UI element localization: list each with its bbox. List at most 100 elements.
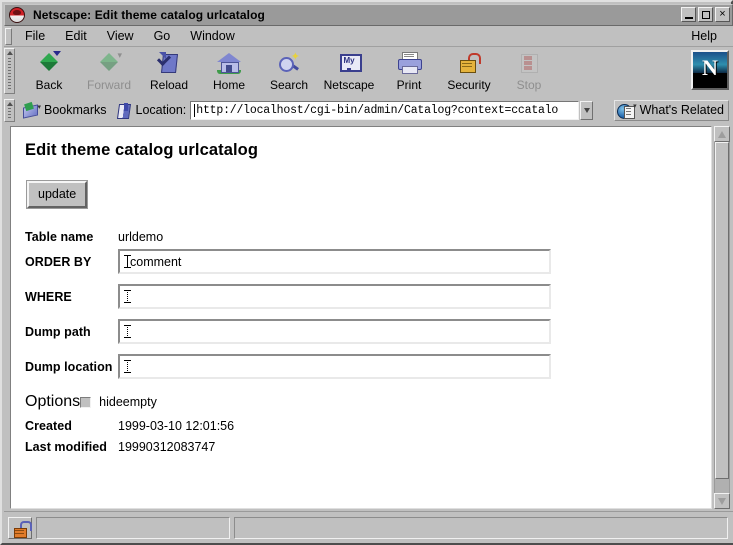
dump-location-input[interactable] <box>118 354 551 379</box>
navbar-grip-handle[interactable] <box>4 48 15 94</box>
menu-item-edit[interactable]: Edit <box>55 27 97 45</box>
status-message <box>36 516 230 539</box>
whats-related-label: What's Related <box>639 103 724 117</box>
close-icon: × <box>719 8 726 20</box>
netscape-logo-letter: N <box>702 55 718 80</box>
dump-location-label: Dump location <box>25 359 113 374</box>
order-by-value: comment <box>130 254 182 269</box>
netscape-logo[interactable]: N <box>691 50 729 90</box>
where-row: WHERE <box>25 284 711 309</box>
hideempty-checkbox[interactable] <box>80 396 92 408</box>
home-button[interactable]: Home <box>199 49 259 94</box>
dump-path-row: Dump path <box>25 319 711 344</box>
bookmarks-icon: ▾ <box>21 101 41 119</box>
text-cursor-icon <box>124 255 131 268</box>
status-bar <box>4 511 733 543</box>
navigation-toolbar: Back ▾ Forward Reload Home ✦ Search My N… <box>4 47 733 97</box>
order-by-row: ORDER BY comment <box>25 249 711 274</box>
security-status-button[interactable] <box>8 516 32 539</box>
window-controls: × <box>681 7 730 22</box>
scrollbar-thumb[interactable] <box>715 142 729 479</box>
netscape-button-label: Netscape <box>323 78 375 92</box>
maximize-button[interactable] <box>698 7 713 22</box>
url-text: http://localhost/cgi-bin/admin/Catalog?c… <box>196 103 559 117</box>
page-canvas: Edit theme catalog urlcatalog update Tab… <box>10 126 712 509</box>
security-button-label: Security <box>447 78 491 92</box>
back-arrow-icon <box>34 50 64 77</box>
netscape-ship-wheel-icon[interactable] <box>8 6 26 24</box>
scroll-down-button[interactable] <box>714 493 730 509</box>
menu-item-help[interactable]: Help <box>681 27 727 45</box>
created-value: 1999-03-10 12:01:56 <box>118 418 235 433</box>
stop-button-label: Stop <box>516 78 542 92</box>
url-input[interactable]: http://localhost/cgi-bin/admin/Catalog?c… <box>190 100 580 120</box>
location-bookmark-icon[interactable] <box>115 102 132 119</box>
back-button-label: Back <box>35 78 63 92</box>
table-name-row: Table name urldemo <box>25 225 711 249</box>
order-by-label: ORDER BY <box>25 254 92 269</box>
text-cursor-icon <box>124 360 131 373</box>
hideempty-label: hideempty <box>99 395 157 409</box>
location-toolbar: ▾ Bookmarks Location: http://localhost/c… <box>4 97 733 123</box>
close-button[interactable]: × <box>715 7 730 22</box>
where-input[interactable] <box>118 284 551 309</box>
back-button[interactable]: Back <box>19 49 79 94</box>
options-label: Options <box>25 393 81 410</box>
print-button[interactable]: Print <box>379 49 439 94</box>
order-by-input[interactable]: comment <box>118 249 551 274</box>
search-flashlight-icon: ✦ <box>274 50 304 77</box>
title-bar[interactable]: Netscape: Edit theme catalog urlcatalog … <box>4 4 733 26</box>
menu-item-go[interactable]: Go <box>144 27 181 45</box>
created-label: Created <box>25 418 72 433</box>
menu-item-file[interactable]: File <box>15 27 55 45</box>
scrollbar-track[interactable] <box>714 142 730 493</box>
menu-bar: File Edit View Go Window Help <box>4 26 733 47</box>
stop-button[interactable]: Stop <box>499 49 559 94</box>
last-modified-value: 19990312083747 <box>118 439 216 454</box>
last-modified-row: Last modified 19990312083747 <box>25 436 711 457</box>
url-history-dropdown[interactable] <box>580 100 594 120</box>
content-area: Edit theme catalog urlcatalog update Tab… <box>4 123 733 511</box>
status-progress <box>234 516 728 539</box>
options-row: Options hideempty <box>25 389 711 415</box>
search-button[interactable]: ✦ Search <box>259 49 319 94</box>
table-name-label: Table name <box>25 230 94 244</box>
forward-arrow-icon: ▾ <box>94 50 124 77</box>
dump-path-input[interactable] <box>118 319 551 344</box>
window-title: Netscape: Edit theme catalog urlcatalog <box>33 8 265 22</box>
stop-sign-icon <box>514 50 544 77</box>
menu-item-window[interactable]: Window <box>180 27 244 45</box>
dump-path-label: Dump path <box>25 324 91 339</box>
scroll-down-icon <box>718 498 726 505</box>
minimize-button[interactable] <box>681 7 696 22</box>
home-house-icon <box>214 50 244 77</box>
netscape-button[interactable]: My Netscape <box>319 49 379 94</box>
page-title: Edit theme catalog urlcatalog <box>25 141 259 159</box>
security-padlock-icon <box>454 50 484 77</box>
netscape-window: Netscape: Edit theme catalog urlcatalog … <box>0 0 733 545</box>
security-button[interactable]: Security <box>439 49 499 94</box>
last-modified-label: Last modified <box>25 439 107 454</box>
menu-item-view[interactable]: View <box>97 27 144 45</box>
table-name-value: urldemo <box>118 230 164 244</box>
dump-location-row: Dump location <box>25 354 711 379</box>
menubar-grip-handle[interactable] <box>5 27 12 45</box>
whats-related-button[interactable]: ▾ What's Related <box>613 99 729 121</box>
forward-button[interactable]: ▾ Forward <box>79 49 139 94</box>
text-cursor-icon <box>124 325 131 338</box>
bookmarks-button[interactable]: ▾ Bookmarks <box>21 101 107 119</box>
scroll-up-button[interactable] <box>714 126 730 142</box>
vertical-scrollbar[interactable] <box>714 126 730 509</box>
bookmarks-label: Bookmarks <box>44 103 107 117</box>
my-netscape-icon: My <box>334 50 364 77</box>
reload-page-icon <box>154 50 184 77</box>
created-row: Created 1999-03-10 12:01:56 <box>25 415 711 436</box>
update-button[interactable]: update <box>27 181 88 208</box>
text-cursor-icon <box>124 290 131 303</box>
locationbar-grip-handle[interactable] <box>4 99 15 122</box>
whats-related-icon: ▾ <box>616 102 637 119</box>
location-label: Location: <box>135 103 187 117</box>
reload-button[interactable]: Reload <box>139 49 199 94</box>
printer-icon <box>394 50 424 77</box>
hideempty-checkbox-wrap[interactable]: hideempty <box>80 395 157 409</box>
